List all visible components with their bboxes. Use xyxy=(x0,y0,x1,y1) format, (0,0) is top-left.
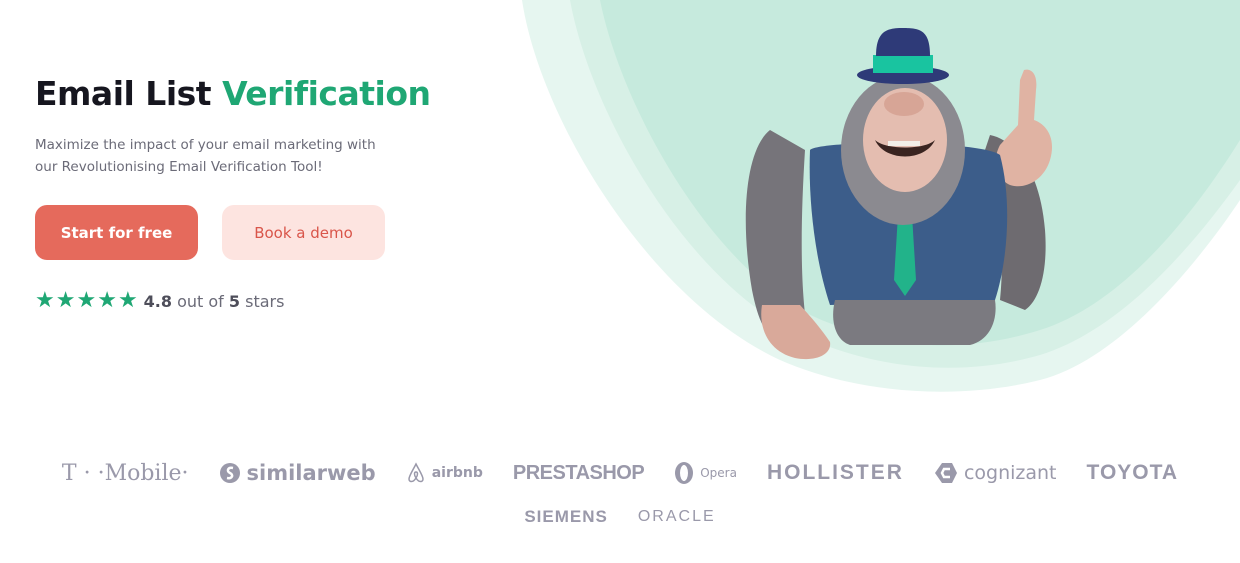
airbnb-icon xyxy=(407,462,424,483)
rating-suffix: stars xyxy=(240,291,285,311)
logo-row-2: SIEMENS ORACLE xyxy=(0,497,1240,537)
start-for-free-button[interactable]: Start for free xyxy=(35,205,198,260)
title-accent: Verification xyxy=(222,74,431,113)
customer-logos: T · ·Mobile· similarweb airbnb PRESTASHO… xyxy=(0,452,1240,537)
rating-text: 4.8 out of 5 stars xyxy=(144,292,285,311)
logo-similarweb: similarweb xyxy=(219,461,376,485)
similarweb-icon xyxy=(219,463,240,483)
logo-siemens: SIEMENS xyxy=(524,507,608,526)
logo-cognizant: cognizant xyxy=(934,461,1057,485)
logo-row-1: T · ·Mobile· similarweb airbnb PRESTASHO… xyxy=(0,452,1240,494)
outer-wave-shape xyxy=(522,0,1240,392)
rating-mid: out of xyxy=(172,291,229,311)
page-title: Email List Verification xyxy=(35,72,505,116)
star-icon: ★ xyxy=(55,288,76,313)
logo-toyota: TOYOTA xyxy=(1086,461,1179,484)
opera-icon xyxy=(675,462,694,484)
cta-buttons: Start for free Book a demo xyxy=(35,205,505,260)
logo-similarweb-text: similarweb xyxy=(246,461,376,485)
logo-cognizant-text: cognizant xyxy=(963,462,1057,484)
logo-tmobile: T · ·Mobile· xyxy=(61,460,189,486)
rating: ★ ★ ★ ★ ★ 4.8 out of 5 stars xyxy=(35,290,505,312)
middle-wave-shape xyxy=(570,0,1240,368)
logo-prestashop: PRESTASHOP xyxy=(512,461,645,484)
logo-airbnb-text: airbnb xyxy=(431,465,483,481)
gorilla-mascot xyxy=(745,28,1053,360)
star-icon: ★ xyxy=(117,288,138,313)
hero-subtitle: Maximize the impact of your email market… xyxy=(35,137,376,175)
hero-content: Email List Verification Maximize the imp… xyxy=(35,72,505,312)
inner-wave-shape xyxy=(600,0,1240,346)
logo-opera-text: Opera xyxy=(700,466,737,480)
star-icon: ★ xyxy=(97,288,117,313)
logo-opera: Opera xyxy=(674,461,737,485)
title-main: Email List xyxy=(35,74,223,113)
cognizant-icon xyxy=(934,463,957,483)
star-icon: ★ xyxy=(35,288,55,313)
rating-stars: ★ ★ ★ ★ ★ xyxy=(35,290,138,312)
logo-hollister: HOLLISTER xyxy=(766,461,904,484)
rating-score: 4.8 xyxy=(143,291,173,311)
logo-airbnb: airbnb xyxy=(406,462,483,484)
logo-oracle: ORACLE xyxy=(637,508,716,525)
book-a-demo-button[interactable]: Book a demo xyxy=(222,205,385,260)
star-icon: ★ xyxy=(76,288,97,313)
rating-max: 5 xyxy=(228,291,241,311)
